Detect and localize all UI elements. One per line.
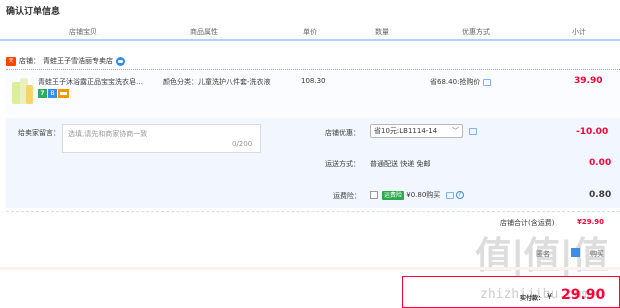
shipping-value: 0.00 (589, 158, 612, 168)
product-attribute: 颜色分类：儿童洗护八件套-洗衣液 (163, 78, 271, 86)
chevron-down-icon: ﹀ (452, 127, 459, 135)
tmall-icon: 天 (6, 56, 16, 66)
promo-info: 省68.40:抢购价 (430, 77, 492, 87)
seven-day-return-icon: 7 (38, 89, 47, 98)
insurance-value: 0.80 (589, 190, 612, 200)
coupon-selected-value: 省10元:LB1114-14 (374, 127, 438, 135)
section-divider (6, 211, 620, 212)
col-header-price: 单价 (303, 28, 317, 36)
insurance-info: 运费险 ¥0.80购买 ? (382, 190, 464, 200)
promo-text: 省68.40:抢购价 (430, 78, 481, 86)
product-title-link[interactable]: 青蛙王子沐浴露正品宝宝洗衣皂… (38, 77, 143, 87)
shop-name-link[interactable]: 青蛙王子雪浩丽专卖店 (43, 56, 113, 66)
payment-total: 29.90 (561, 287, 606, 303)
comment-icon[interactable] (483, 78, 492, 86)
col-header-shop-item: 店铺宝贝 (69, 28, 97, 36)
col-header-attribute: 商品属性 (190, 28, 218, 36)
shipping-label: 运送方式： (325, 160, 360, 168)
product-image[interactable] (12, 76, 33, 106)
message-char-count: 0/200 (232, 140, 253, 148)
shipping-method: 普通配送 快递 免邮 (370, 160, 431, 168)
page-title: 确认订单信息 (6, 7, 61, 17)
header-divider (0, 39, 620, 41)
shop-discount-label: 店铺优惠： (325, 129, 360, 137)
coupon-select[interactable]: 省10元:LB1114-14 ﹀ (370, 124, 463, 138)
insurance-checkbox[interactable] (370, 191, 378, 199)
col-header-subtotal: 小计 (572, 28, 586, 36)
shop-row: 天 店铺： 青蛙王子雪浩丽专卖店 (6, 55, 125, 67)
order-item-row (6, 69, 620, 114)
footer-divider (0, 267, 620, 270)
insurance-desc: ¥0.80购买 (406, 191, 441, 199)
insurance-label: 运费险： (333, 192, 361, 200)
table-header: 店铺宝贝 商品属性 单价 数量 优惠方式 小计 (0, 24, 620, 39)
payment-label: 实付款： (520, 295, 545, 302)
message-placeholder: 选填,请先和商家协商一致 (68, 130, 148, 138)
guarantee-icon: B (48, 89, 57, 98)
shop-discount-value: -10.00 (576, 127, 609, 137)
payment-currency: ¥ (547, 292, 553, 301)
item-subtotal: 39.90 (574, 76, 603, 86)
insurance-comment-icon[interactable] (445, 191, 454, 199)
discount-comment-icon[interactable] (469, 128, 477, 135)
anonymous-label: 匿名 (536, 250, 550, 258)
shop-label: 店铺： (19, 57, 40, 65)
insurance-tag: 运费险 (382, 191, 405, 200)
message-label: 给卖家留言： (18, 129, 60, 137)
anonymous-text: 购买 (590, 250, 604, 258)
col-header-quantity: 数量 (375, 28, 389, 36)
unit-price: 108.30 (301, 77, 326, 85)
wangwang-chat-icon[interactable] (116, 56, 125, 66)
card-payment-icon (58, 89, 69, 98)
anonymous-checkbox[interactable] (571, 248, 580, 257)
help-icon[interactable]: ? (455, 191, 464, 199)
col-header-discount: 优惠方式 (462, 28, 490, 36)
